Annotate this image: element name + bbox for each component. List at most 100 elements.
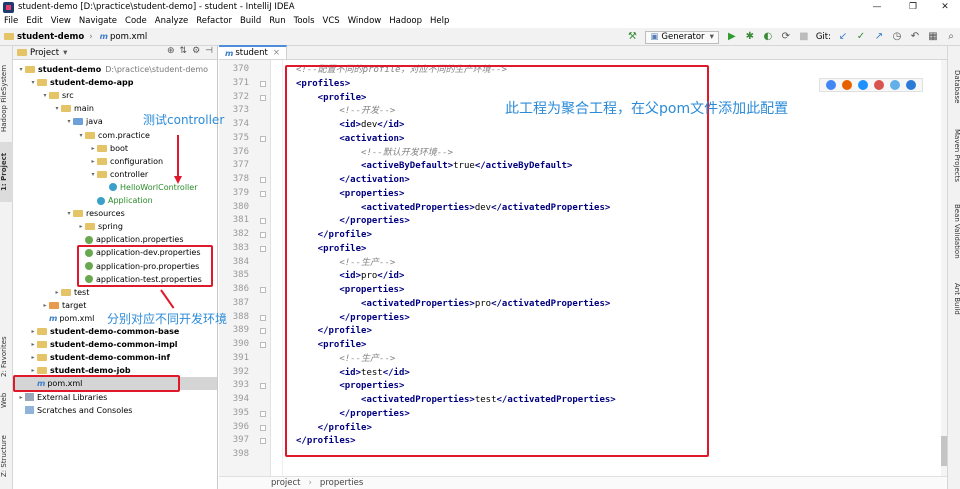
tree-row[interactable]: ▾ com.practice	[13, 129, 150, 142]
tree-row[interactable]: ▸ student-demo-common-inf	[13, 351, 169, 364]
tree-row[interactable]: ▸ configuration	[13, 155, 163, 168]
tree-row[interactable]: Application	[13, 194, 153, 207]
collapsed-arrow-icon[interactable]: ▸	[29, 354, 37, 361]
menu-file[interactable]: File	[0, 16, 22, 26]
safari-icon[interactable]	[858, 80, 868, 90]
menu-refactor[interactable]: Refactor	[192, 16, 236, 26]
expanded-arrow-icon[interactable]: ▾	[29, 79, 37, 86]
tree-row[interactable]: ▾ resources	[13, 207, 124, 220]
menu-vcs[interactable]: VCS	[319, 16, 344, 26]
fold-marker-icon[interactable]	[260, 80, 266, 87]
database-tab[interactable]: Database	[948, 64, 960, 109]
fold-marker-icon[interactable]	[260, 245, 266, 252]
chrome-icon[interactable]	[826, 80, 836, 90]
web-tab[interactable]: Web	[0, 388, 13, 412]
tree-row[interactable]: ▾ controller	[13, 168, 148, 181]
menu-navigate[interactable]: Navigate	[75, 16, 121, 26]
hadoop-filesystem-tab[interactable]: Hadoop FileSystem	[0, 58, 13, 138]
fold-marker-icon[interactable]	[260, 342, 266, 348]
menu-help[interactable]: Help	[426, 16, 453, 26]
menu-view[interactable]: View	[47, 16, 75, 26]
fold-marker-icon[interactable]	[260, 135, 266, 142]
fold-marker-icon[interactable]	[260, 177, 266, 183]
fold-marker-icon[interactable]	[260, 218, 266, 225]
project-view-selector[interactable]: Project	[30, 48, 59, 58]
breadcrumb-project[interactable]: student-demo ›	[0, 32, 96, 42]
tree-row[interactable]: ▸ test	[13, 286, 89, 299]
fold-marker-icon[interactable]	[260, 328, 266, 335]
minimize-button[interactable]: —	[862, 0, 892, 14]
tree-row[interactable]: ▾ src	[13, 89, 73, 102]
fold-marker-icon[interactable]	[260, 424, 266, 431]
gear-icon[interactable]: ⚙	[192, 46, 200, 56]
close-button[interactable]: ✕	[930, 0, 960, 14]
tree-row[interactable]: ▸ student-demo-common-impl	[13, 338, 177, 351]
chevron-down-icon[interactable]: ▾	[63, 48, 67, 58]
menu-tools[interactable]: Tools	[290, 16, 319, 26]
maven-projects-tab[interactable]: Maven Projects	[948, 121, 960, 191]
tree-row[interactable]: HelloWorlController	[13, 181, 197, 194]
menu-edit[interactable]: Edit	[22, 16, 46, 26]
collapse-icon[interactable]: ⇅	[180, 46, 188, 56]
structure-tab[interactable]: Z: Structure	[0, 431, 13, 481]
tree-row[interactable]: ▸ External Libraries	[13, 391, 107, 404]
collapsed-arrow-icon[interactable]: ▸	[89, 158, 97, 165]
fold-marker-icon[interactable]	[260, 314, 266, 321]
run-config-select[interactable]: ▣ Generator ▾	[645, 30, 719, 44]
fold-marker-icon[interactable]	[260, 383, 266, 390]
menu-analyze[interactable]: Analyze	[151, 16, 193, 26]
collapsed-arrow-icon[interactable]: ▸	[29, 328, 37, 335]
profile-icon[interactable]: ⟳	[780, 31, 792, 43]
fold-marker-icon[interactable]	[260, 438, 266, 445]
expanded-arrow-icon[interactable]: ▾	[89, 171, 97, 178]
xml-crumb-properties[interactable]: properties	[320, 478, 363, 488]
firefox-icon[interactable]	[842, 80, 852, 90]
menu-code[interactable]: Code	[121, 16, 151, 26]
project-tool-tab[interactable]: 1: Project	[0, 142, 13, 202]
opera-icon[interactable]	[874, 80, 884, 90]
menu-run[interactable]: Run	[265, 16, 289, 26]
close-tab-icon[interactable]: ×	[273, 48, 280, 58]
bean-validation-tab[interactable]: Bean Validation	[948, 196, 960, 266]
tree-row[interactable]: ▾ main	[13, 102, 94, 115]
git-update-icon[interactable]: ↙	[837, 31, 849, 43]
collapsed-arrow-icon[interactable]: ▸	[77, 223, 85, 230]
history-icon[interactable]: ◷	[891, 31, 903, 43]
favorites-tab[interactable]: 2: Favorites	[0, 331, 13, 383]
menu-window[interactable]: Window	[344, 16, 386, 26]
debug-icon[interactable]: ✱	[744, 31, 756, 43]
tree-row[interactable]: ▾ student-demo D:\practice\student-demo	[13, 63, 208, 76]
fold-marker-icon[interactable]	[260, 410, 266, 417]
collapsed-arrow-icon[interactable]: ▸	[17, 394, 25, 401]
menu-hadoop[interactable]: Hadoop	[385, 16, 426, 26]
edge-icon[interactable]	[906, 80, 916, 90]
expanded-arrow-icon[interactable]: ▾	[41, 92, 49, 99]
tree-row[interactable]: m pom.xml	[13, 312, 94, 325]
sync-icon[interactable]: ⊕	[167, 46, 175, 56]
xml-crumb-project[interactable]: project	[271, 478, 301, 488]
collapsed-arrow-icon[interactable]: ▸	[89, 145, 97, 152]
expanded-arrow-icon[interactable]: ▾	[17, 66, 25, 73]
collapsed-arrow-icon[interactable]: ▸	[29, 341, 37, 348]
revert-icon[interactable]: ↶	[909, 31, 921, 43]
menu-build[interactable]: Build	[236, 16, 265, 26]
fold-marker-icon[interactable]	[260, 94, 266, 101]
ie-icon[interactable]	[890, 80, 900, 90]
tree-row[interactable]: ▸ spring	[13, 220, 122, 233]
ant-build-tab[interactable]: Ant Build	[948, 274, 960, 324]
search-icon[interactable]: ⌕	[945, 31, 957, 43]
expanded-arrow-icon[interactable]: ▾	[53, 105, 61, 112]
tree-row[interactable]: ▾ student-demo-app	[13, 76, 133, 89]
tree-row[interactable]: ▸ boot	[13, 142, 128, 155]
fold-marker-icon[interactable]	[260, 287, 266, 293]
tree-row[interactable]: ▸ target	[13, 299, 86, 312]
fold-marker-icon[interactable]	[260, 190, 266, 197]
collapsed-arrow-icon[interactable]: ▸	[29, 367, 37, 374]
git-commit-icon[interactable]: ✓	[855, 31, 867, 43]
build-hammer-icon[interactable]: ⚒	[626, 31, 638, 43]
expanded-arrow-icon[interactable]: ▾	[77, 132, 85, 139]
run-icon[interactable]: ▶	[726, 31, 738, 43]
expanded-arrow-icon[interactable]: ▾	[65, 210, 73, 217]
hide-icon[interactable]: ⊣	[205, 46, 213, 56]
git-push-icon[interactable]: ↗	[873, 31, 885, 43]
